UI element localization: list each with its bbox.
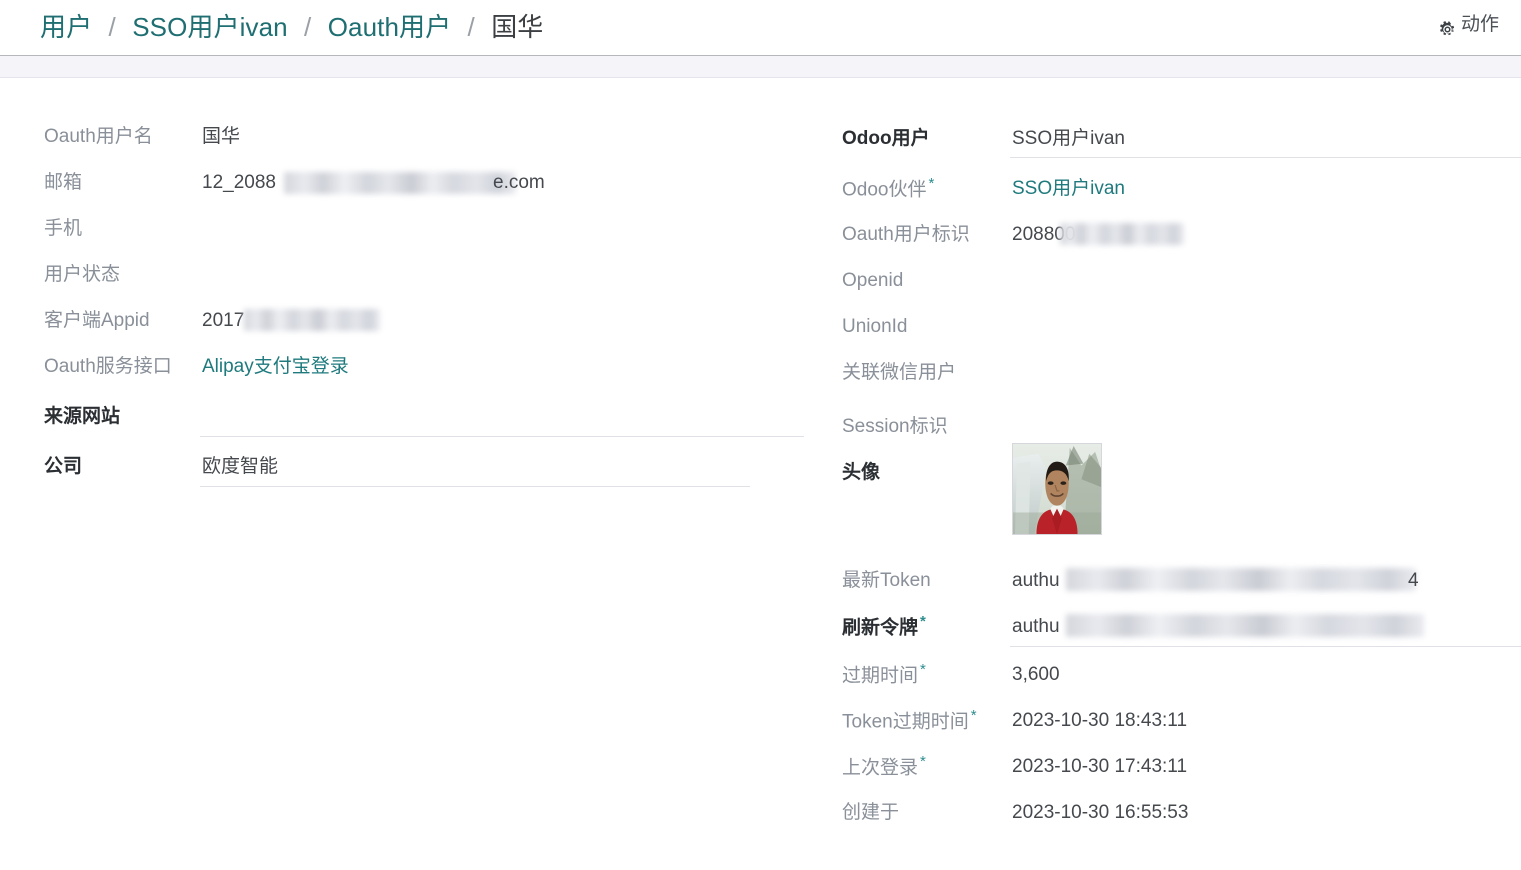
field-value: 2023-10-30 16:55:53 [1012, 802, 1189, 823]
field-mobile: 手机 [44, 216, 82, 242]
field-source-website: 来源网站 [44, 404, 804, 437]
breadcrumb-separator: / [467, 12, 475, 42]
avatar[interactable] [1012, 443, 1102, 535]
field-label: Odoo用户 [842, 128, 930, 149]
field-expires-in: 过期时间 * 3,600 [842, 662, 1060, 689]
field-oauth-provider: Oauth服务接口 Alipay支付宝登录 [44, 354, 349, 380]
field-label-text: Token过期时间 [842, 711, 969, 733]
field-label: Odoo伙伴 * [842, 176, 934, 203]
field-avatar: 头像 [842, 443, 1102, 535]
field-value[interactable]: 欧度智能 [202, 454, 278, 480]
field-user-status: 用户状态 [44, 262, 120, 288]
required-asterisk: * [920, 613, 926, 630]
field-email: 邮箱 12_2088 e.com [44, 170, 545, 196]
field-latest-token: 最新Token authu 4 [842, 568, 1419, 594]
field-company: 公司 欧度智能 [44, 454, 750, 487]
field-label: 用户状态 [44, 264, 121, 285]
field-label: 邮箱 [44, 172, 83, 193]
field-value: 国华 [202, 126, 241, 147]
field-value[interactable]: 2023-10-30 17:43:11 [1012, 754, 1187, 780]
field-label-text: 上次登录 [842, 757, 919, 779]
breadcrumb-separator: / [108, 12, 116, 42]
field-label: Oauth用户名 [44, 126, 153, 147]
redaction-blur [1060, 223, 1184, 245]
field-label: Openid [842, 270, 904, 291]
field-label-text: 刷新令牌 [842, 617, 919, 639]
field-oauth-user-id: Oauth用户标识 208800 [842, 222, 1184, 248]
field-label: 创建于 [842, 802, 900, 823]
redaction-blur [1066, 568, 1416, 591]
field-label: Oauth服务接口 [44, 356, 172, 377]
breadcrumb-separator: / [304, 12, 312, 42]
field-oauth-username: Oauth用户名 国华 [44, 124, 240, 150]
field-session-id: Session标识 [842, 414, 948, 440]
field-label: 头像 [842, 462, 881, 483]
field-label: UnionId [842, 316, 908, 337]
form-sheet: Oauth用户名 国华 邮箱 12_2088 e.com 手机 用户状态 客户端… [0, 78, 1521, 870]
field-underline [200, 486, 750, 487]
field-label: 来源网站 [44, 406, 121, 427]
breadcrumb: 用户 / SSO用户ivan / Oauth用户 / 国华 [40, 9, 543, 45]
field-value-prefix: 12_2088 [202, 172, 276, 193]
field-label: 上次登录 * [842, 754, 926, 781]
actions-button-label: 动作 [1460, 14, 1499, 35]
breadcrumb-item-sso-user[interactable]: SSO用户ivan [132, 12, 288, 42]
field-value-prefix: authu [1012, 570, 1060, 591]
required-asterisk: * [920, 753, 926, 770]
redaction-blur [284, 172, 516, 194]
field-label-text: Odoo伙伴 [842, 179, 927, 201]
redaction-blur [244, 309, 380, 331]
field-value-suffix: 4 [1408, 570, 1419, 591]
field-value[interactable]: 3,600 [1012, 662, 1060, 688]
field-underline [1010, 646, 1521, 647]
field-value[interactable]: 2023-10-30 18:43:11 [1012, 708, 1187, 734]
redaction-blur [1066, 614, 1424, 637]
field-label: Session标识 [842, 416, 948, 437]
field-label: 刷新令牌 * [842, 614, 926, 641]
status-bar [0, 56, 1521, 78]
field-last-login: 上次登录 * 2023-10-30 17:43:11 [842, 754, 1187, 781]
field-linked-wechat-user: 关联微信用户 [842, 360, 956, 386]
required-asterisk: * [928, 175, 935, 192]
field-label: 公司 [44, 456, 83, 477]
field-value: 2017 [202, 310, 245, 331]
field-odoo-user: Odoo用户 SSO用户ivan [842, 126, 1521, 158]
field-label: Token过期时间 * [842, 708, 977, 735]
field-value-link[interactable]: SSO用户ivan [1012, 176, 1125, 202]
field-label: 客户端Appid [44, 310, 150, 331]
breadcrumb-item-users[interactable]: 用户 [40, 12, 92, 42]
field-underline [200, 436, 804, 437]
actions-button[interactable]: 动作 [1439, 10, 1499, 40]
breadcrumb-item-current: 国华 [491, 12, 544, 42]
field-unionid: UnionId [842, 314, 908, 340]
field-label: 最新Token [842, 570, 931, 591]
control-panel: 用户 / SSO用户ivan / Oauth用户 / 国华 动作 [0, 0, 1521, 56]
field-label: 手机 [44, 218, 83, 239]
field-value[interactable]: SSO用户ivan [1012, 126, 1125, 152]
field-client-appid: 客户端Appid 2017 [44, 308, 380, 334]
field-openid: Openid [842, 268, 903, 294]
field-value-link[interactable]: Alipay支付宝登录 [202, 354, 349, 380]
field-underline [1010, 157, 1521, 158]
field-value-suffix: e.com [493, 172, 545, 193]
required-asterisk: * [970, 707, 977, 724]
required-asterisk: * [920, 661, 926, 678]
field-refresh-token: 刷新令牌 * authu [842, 614, 1521, 647]
field-label: 过期时间 * [842, 662, 926, 689]
field-value-prefix[interactable]: authu [1012, 614, 1060, 640]
field-label: 关联微信用户 [842, 362, 957, 383]
field-created-on: 创建于 2023-10-30 16:55:53 [842, 800, 1188, 826]
field-label-text: 过期时间 [842, 665, 919, 687]
field-token-expiry-time: Token过期时间 * 2023-10-30 18:43:11 [842, 708, 1187, 735]
field-label: Oauth用户标识 [842, 224, 970, 245]
gear-icon [1439, 18, 1456, 35]
breadcrumb-item-oauth-user[interactable]: Oauth用户 [328, 12, 452, 42]
field-odoo-partner: Odoo伙伴 * SSO用户ivan [842, 176, 1125, 203]
